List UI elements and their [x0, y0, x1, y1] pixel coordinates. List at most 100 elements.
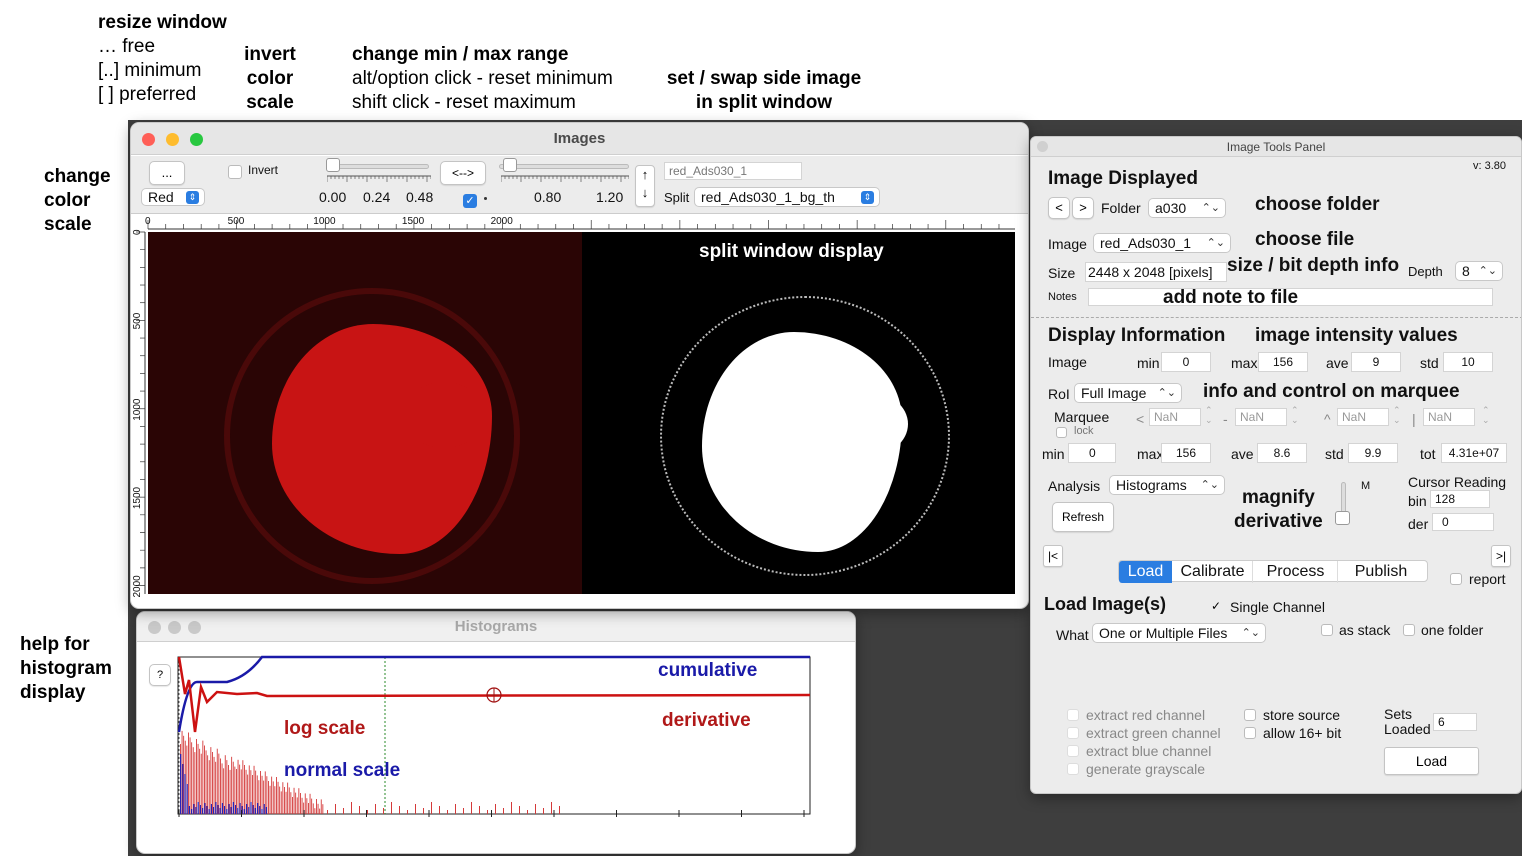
arrow-up-icon[interactable]: ↑ — [636, 166, 654, 184]
log-scale-label: log scale — [284, 718, 366, 739]
swap-side-stepper[interactable]: ↑ ↓ — [635, 165, 655, 207]
image-tools-panel: Image Tools Panel v: 3.80 Image Displaye… — [1030, 136, 1522, 794]
histogram-bar — [511, 802, 512, 814]
image-select[interactable]: red_Ads030_1 ⌃⌄ — [1093, 233, 1231, 253]
lock-checkbox[interactable] — [1056, 427, 1067, 438]
marquee-stepper-2[interactable]: ⌃ ⌄ — [1291, 405, 1299, 425]
split-image-panel[interactable] — [582, 232, 1015, 594]
histogram-bar-normal — [265, 807, 267, 814]
section-divider — [1031, 317, 1521, 318]
histogram-plot[interactable] — [177, 652, 817, 852]
sets-loaded-field: 6 — [1433, 713, 1477, 731]
swap-range-button[interactable]: <--> — [440, 161, 486, 185]
histogram-bar — [244, 765, 245, 814]
histogram-help-button[interactable]: ? — [149, 664, 171, 686]
histogram-bar — [269, 785, 271, 814]
annotation-line: alt/option click - reset minimum — [352, 68, 613, 89]
extract-red-checkbox[interactable] — [1067, 709, 1079, 721]
arrow-down-icon[interactable]: ↓ — [636, 184, 654, 202]
histogram-bar — [188, 732, 189, 814]
max-slider-handle[interactable] — [503, 158, 517, 172]
first-tab-button[interactable]: |< — [1043, 545, 1063, 567]
tab-publish[interactable]: Publish — [1339, 561, 1423, 583]
min-slider-handle[interactable] — [326, 158, 340, 172]
histogram-bar-normal — [217, 805, 219, 814]
zoom-icon[interactable] — [188, 621, 201, 634]
max-slider-track[interactable] — [499, 164, 629, 169]
invert-checkbox[interactable] — [228, 165, 242, 179]
resize-button[interactable]: ... — [149, 161, 185, 185]
min-slider-ruler — [327, 175, 431, 182]
close-icon[interactable] — [142, 133, 155, 146]
split-image-select[interactable]: red_Ads030_1_bg_th ⇕ — [694, 187, 880, 207]
zoom-icon[interactable] — [190, 133, 203, 146]
histogram-bar — [207, 755, 209, 814]
dot-marker — [484, 197, 487, 200]
tab-calibrate[interactable]: Calibrate — [1173, 561, 1253, 583]
marquee-stepper-1[interactable]: ⌃ ⌄ — [1205, 405, 1213, 425]
select-arrow-icon: ⇕ — [861, 191, 874, 204]
minimize-icon[interactable] — [168, 621, 181, 634]
store-source-checkbox[interactable] — [1244, 709, 1256, 721]
single-channel-checkbox[interactable]: ✓ — [1211, 600, 1224, 613]
marquee-right-field[interactable]: NaN — [1235, 408, 1287, 426]
histogram-bar-normal — [188, 806, 190, 814]
histogram-bar — [226, 760, 228, 814]
display-info-heading: Display Information — [1048, 325, 1226, 346]
x-tick-label: 1000 — [313, 216, 336, 227]
histogram-bar-normal — [224, 806, 226, 814]
roi-select[interactable]: Full Image ⌃⌄ — [1074, 383, 1182, 403]
allow16-checkbox[interactable] — [1244, 727, 1256, 739]
histogram-title-bar[interactable]: Histograms — [137, 612, 855, 642]
minimize-icon[interactable] — [166, 133, 179, 146]
close-icon[interactable] — [1037, 141, 1048, 152]
histogram-bar-normal — [199, 805, 201, 814]
roi-label: RoI — [1048, 386, 1070, 402]
main-image-panel[interactable] — [148, 232, 582, 594]
last-tab-button[interactable]: >| — [1491, 545, 1511, 567]
annotation-help: help for histogram display — [20, 633, 112, 705]
marquee-stepper-4[interactable]: ⌃ ⌄ — [1482, 405, 1490, 425]
tab-load[interactable]: Load — [1119, 561, 1172, 583]
color-scale-select[interactable]: Red ⇕ — [141, 188, 205, 206]
histogram-bar — [535, 804, 536, 814]
tab-process[interactable]: Process — [1254, 561, 1338, 583]
roi-value: Full Image — [1081, 385, 1147, 401]
m-tot-label: tot — [1420, 446, 1436, 462]
histogram-bar — [431, 802, 432, 814]
split-image-value: red_Ads030_1_bg_th — [701, 189, 835, 205]
histogram-bar — [224, 755, 226, 814]
what-select[interactable]: One or Multiple Files ⌃⌄ — [1092, 623, 1266, 643]
histogram-bar — [271, 776, 273, 814]
panel-title-bar[interactable]: Image Tools Panel — [1031, 137, 1521, 157]
close-icon[interactable] — [148, 621, 161, 634]
refresh-button[interactable]: Refresh — [1052, 502, 1114, 532]
marquee-left-field[interactable]: NaN — [1149, 408, 1201, 426]
depth-select[interactable]: 8 ⌃⌄ — [1455, 261, 1503, 281]
min-tick-1: 0.24 — [363, 189, 391, 205]
marquee-stepper-3[interactable]: ⌃ ⌄ — [1393, 405, 1401, 425]
extract-green-checkbox[interactable] — [1067, 727, 1079, 739]
lock-range-checkbox[interactable]: ✓ — [463, 194, 477, 208]
prev-folder-button[interactable]: < — [1048, 197, 1070, 219]
histogram-bar — [242, 760, 244, 814]
report-checkbox[interactable] — [1450, 573, 1462, 585]
load-button[interactable]: Load — [1384, 747, 1479, 775]
analysis-select[interactable]: Histograms ⌃⌄ — [1109, 475, 1225, 495]
one-folder-checkbox[interactable] — [1403, 624, 1415, 636]
folder-select[interactable]: a030 ⌃⌄ — [1148, 198, 1226, 218]
marquee-top-field[interactable]: NaN — [1337, 408, 1389, 426]
histogram-bar — [293, 787, 295, 814]
grayscale-checkbox[interactable] — [1067, 763, 1079, 775]
next-folder-button[interactable]: > — [1072, 197, 1094, 219]
chevron-updown-icon: ⌃⌄ — [1241, 627, 1260, 639]
magnify-slider-handle[interactable] — [1335, 511, 1350, 525]
as-stack-checkbox[interactable] — [1321, 624, 1333, 636]
histogram-bar — [439, 806, 440, 814]
extract-blue-checkbox[interactable] — [1067, 745, 1079, 757]
marquee-bottom-field[interactable]: NaN — [1423, 408, 1475, 426]
histogram-bar — [304, 793, 306, 814]
histogram-bar — [279, 786, 281, 814]
images-title-bar[interactable]: Images — [131, 123, 1028, 155]
min-slider-track[interactable] — [329, 164, 429, 169]
